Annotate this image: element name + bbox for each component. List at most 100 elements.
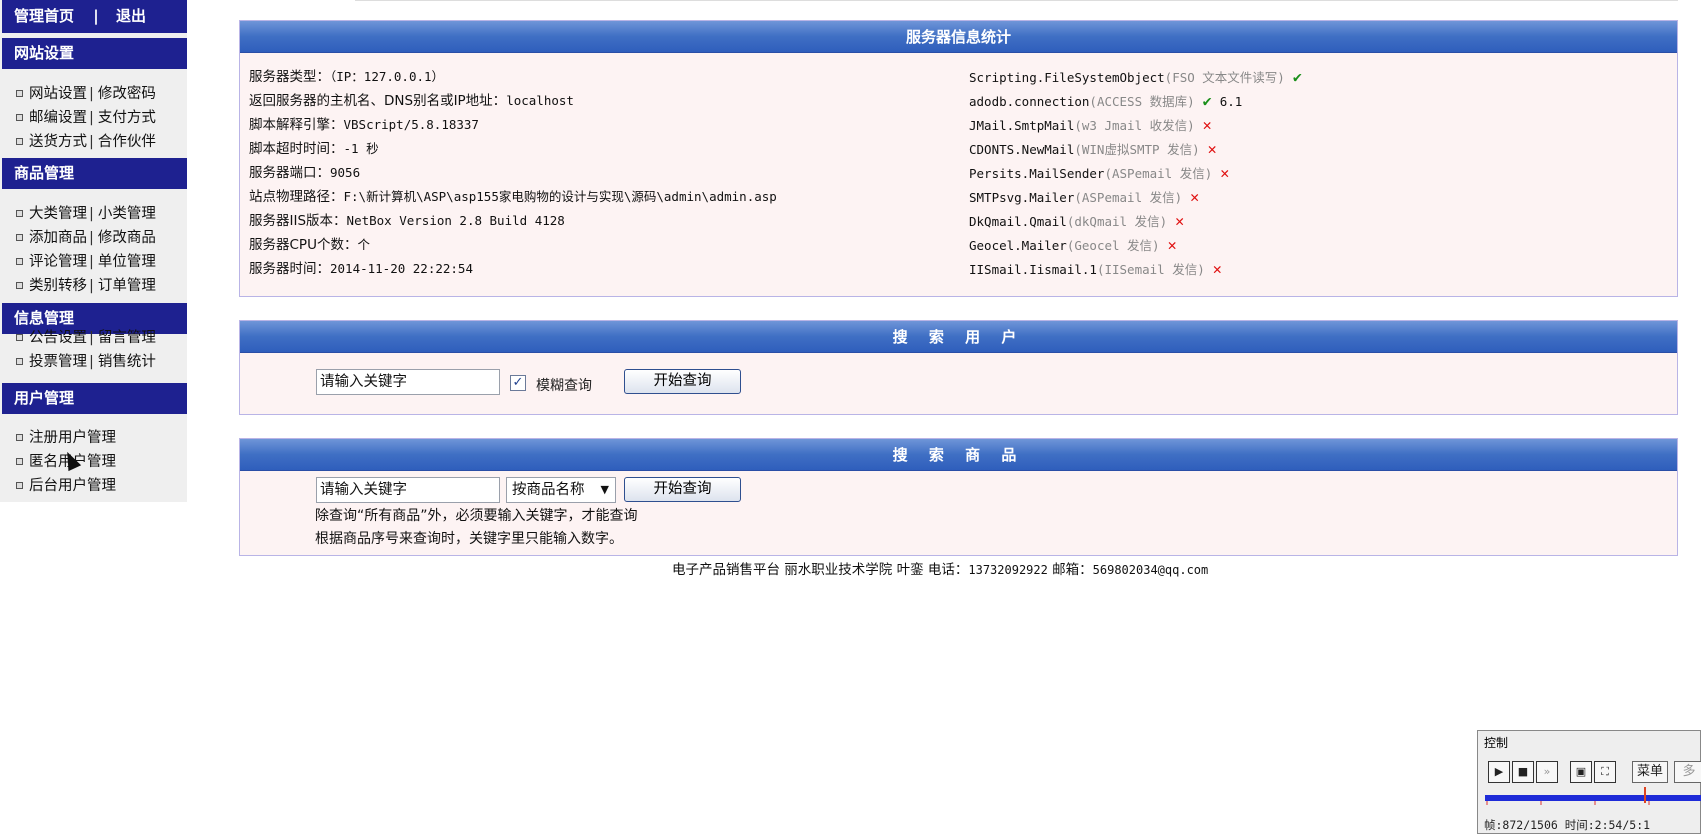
sidebar-link[interactable]: 后台用户管理 — [29, 478, 116, 494]
goods-search-field-select[interactable]: 按商品名称 ▼ — [506, 477, 616, 503]
component-row: IISmail.Iismail.1(IISemail 发信) ✕ — [969, 257, 1302, 281]
component-name: Persits.MailSender — [969, 166, 1105, 181]
footer-mail-label: 邮箱： — [1047, 562, 1093, 578]
sidebar-link[interactable]: 邮编设置 — [29, 110, 87, 126]
chevron-down-icon: ▼ — [600, 483, 609, 496]
sidebar-link[interactable]: 合作伙伴 — [98, 134, 156, 150]
sidebar-link[interactable]: 修改密码 — [98, 86, 156, 102]
sidebar-link[interactable]: 订单管理 — [98, 278, 156, 294]
component-description: (ASPemail 发信) — [1104, 166, 1213, 181]
home-link[interactable]: 管理首页 — [14, 7, 74, 25]
goods-search-button[interactable]: 开始查询 — [624, 477, 741, 502]
square-bullet-icon — [16, 137, 23, 145]
component-row: CDONTS.NewMail(WIN虚拟SMTP 发信) ✕ — [969, 137, 1302, 161]
cross-icon: ✕ — [1207, 140, 1217, 158]
cross-icon: ✕ — [1212, 260, 1222, 278]
search-note-2: 根据商品序号来查询时，关键字里只能输入数字。 — [315, 531, 623, 547]
sidebar-row: 网站设置 | 修改密码 — [16, 82, 186, 106]
sidebar-link[interactable]: 单位管理 — [98, 254, 156, 270]
link-separator: | — [89, 330, 94, 346]
sidebar-link[interactable]: 公告设置 — [29, 330, 87, 346]
sidebar-link[interactable]: 小类管理 — [98, 206, 156, 222]
server-info-row: 服务器时间：2014-11-20 22:22:54 — [249, 257, 777, 281]
component-name: SMTPsvg.Mailer — [969, 190, 1075, 205]
server-info-label: 站点物理路径： — [249, 189, 344, 205]
component-row: Persits.MailSender(ASPemail 发信) ✕ — [969, 161, 1302, 185]
stop-icon[interactable]: ■ — [1512, 761, 1534, 783]
sidebar-link[interactable]: 留言管理 — [98, 330, 156, 346]
timeline-ticks — [1486, 801, 1650, 805]
sidebar-link[interactable]: 注册用户管理 — [29, 430, 116, 446]
search-user-title: 搜 索 用 户 — [240, 321, 1677, 353]
fuzzy-search-checkbox[interactable]: ✓ — [510, 375, 526, 391]
component-description: (ACCESS 数据库) — [1089, 94, 1195, 109]
link-separator: | — [89, 206, 94, 222]
menu-button[interactable]: 菜单 — [1632, 761, 1668, 783]
user-search-button[interactable]: 开始查询 — [624, 369, 741, 394]
user-keyword-input[interactable]: 请输入关键字 — [316, 369, 500, 395]
component-row: SMTPsvg.Mailer(ASPemail 发信) ✕ — [969, 185, 1302, 209]
fuzzy-search-label: 模糊查询 — [536, 378, 592, 394]
top-divider — [355, 0, 1678, 1]
server-info-value: （IP：127.0.0.1） — [330, 69, 445, 84]
footer-mail[interactable]: 569802034@qq.com — [1093, 563, 1209, 577]
sidebar-link[interactable]: 评论管理 — [29, 254, 87, 270]
server-info-label: 服务器时间： — [249, 261, 330, 277]
fast-forward-icon[interactable]: » — [1536, 761, 1558, 783]
logout-link[interactable]: 退出 — [116, 7, 146, 25]
cross-icon: ✕ — [1175, 212, 1185, 230]
sidebar-row: 匿名用户管理 — [16, 450, 186, 474]
server-info-label: 服务器类型： — [249, 69, 330, 85]
sidebar-row: 邮编设置 | 支付方式 — [16, 106, 186, 130]
sidebar-link[interactable]: 大类管理 — [29, 206, 87, 222]
sidebar-link[interactable]: 添加商品 — [29, 230, 87, 246]
server-info-label: 服务器CPU个数： — [249, 237, 358, 253]
sidebar-link[interactable]: 销售统计 — [98, 354, 156, 370]
playback-status: 帧:872/1506 时间:2:54/5:1 — [1484, 818, 1651, 832]
top-separator: | — [93, 7, 99, 25]
server-info-value: 2014-11-20 22:22:54 — [330, 261, 473, 276]
sidebar-section-links: 注册用户管理匿名用户管理后台用户管理 — [16, 426, 186, 498]
server-info-row: 返回服务器的主机名、DNS别名或IP地址：localhost — [249, 89, 777, 113]
sidebar-section-title: 用户管理 — [2, 383, 187, 414]
select-value: 按商品名称 — [512, 482, 585, 498]
search-user-panel: 搜 索 用 户 请输入关键字 ✓ 模糊查询 开始查询 — [239, 320, 1678, 415]
cross-icon: ✕ — [1167, 236, 1177, 254]
sidebar-section-links: 公告设置 | 留言管理 投票管理 | 销售统计 — [16, 326, 186, 374]
component-description: (ASPemail 发信) — [1074, 190, 1183, 205]
sidebar-link[interactable]: 类别转移 — [29, 278, 87, 294]
sidebar-row: 大类管理 | 小类管理 — [16, 202, 186, 226]
window-fit-icon[interactable]: ▣ — [1570, 761, 1592, 783]
link-separator: | — [89, 230, 94, 246]
play-icon[interactable]: ▶ — [1488, 761, 1510, 783]
footer: 电子产品销售平台 丽水职业技术学院 叶銮 电话：13732092922 邮箱：5… — [672, 558, 1208, 578]
square-bullet-icon — [16, 457, 23, 465]
server-info-label: 脚本解释引擎： — [249, 117, 344, 133]
sidebar-link[interactable]: 支付方式 — [98, 110, 156, 126]
sidebar-section-title: 商品管理 — [2, 158, 187, 189]
component-name: Scripting.FileSystemObject — [969, 70, 1165, 85]
component-row: DkQmail.Qmail(dkQmail 发信) ✕ — [969, 209, 1302, 233]
sidebar-link[interactable]: 网站设置 — [29, 86, 87, 102]
server-info-row: 脚本超时时间：-1 秒 — [249, 137, 777, 161]
goods-keyword-input[interactable]: 请输入关键字 — [316, 477, 500, 503]
server-info-label: 服务器端口： — [249, 165, 330, 181]
server-info-value: -1 秒 — [343, 141, 379, 156]
component-name: DkQmail.Qmail — [969, 214, 1067, 229]
server-info-left-column: 服务器类型：（IP：127.0.0.1） 返回服务器的主机名、DNS别名或IP地址… — [249, 65, 777, 281]
more-button[interactable]: 多 — [1674, 761, 1701, 783]
square-bullet-icon — [16, 233, 23, 241]
sidebar-row: 添加商品 | 修改商品 — [16, 226, 186, 250]
sidebar-link[interactable]: 投票管理 — [29, 354, 87, 370]
sidebar-link[interactable]: 送货方式 — [29, 134, 87, 150]
playback-control-window: 控制 ▶ ■ » ▣ ⛶ 菜单 多 帧:872/1506 时间:2:54/5:1 — [1477, 730, 1701, 834]
component-description: (IISemail 发信) — [1096, 262, 1205, 277]
server-info-row: 服务器端口：9056 — [249, 161, 777, 185]
sidebar-link[interactable]: 修改商品 — [98, 230, 156, 246]
fullscreen-icon[interactable]: ⛶ — [1594, 761, 1616, 783]
check-icon: ✔ — [1292, 68, 1302, 86]
control-toolbar: ▶ ■ » ▣ ⛶ 菜单 多 — [1482, 761, 1701, 787]
component-description: (Geocel 发信) — [1066, 238, 1160, 253]
sidebar-section-links: 网站设置 | 修改密码 邮编设置 | 支付方式 送货方式 | 合作伙伴 — [16, 82, 186, 154]
link-separator: | — [89, 278, 94, 294]
